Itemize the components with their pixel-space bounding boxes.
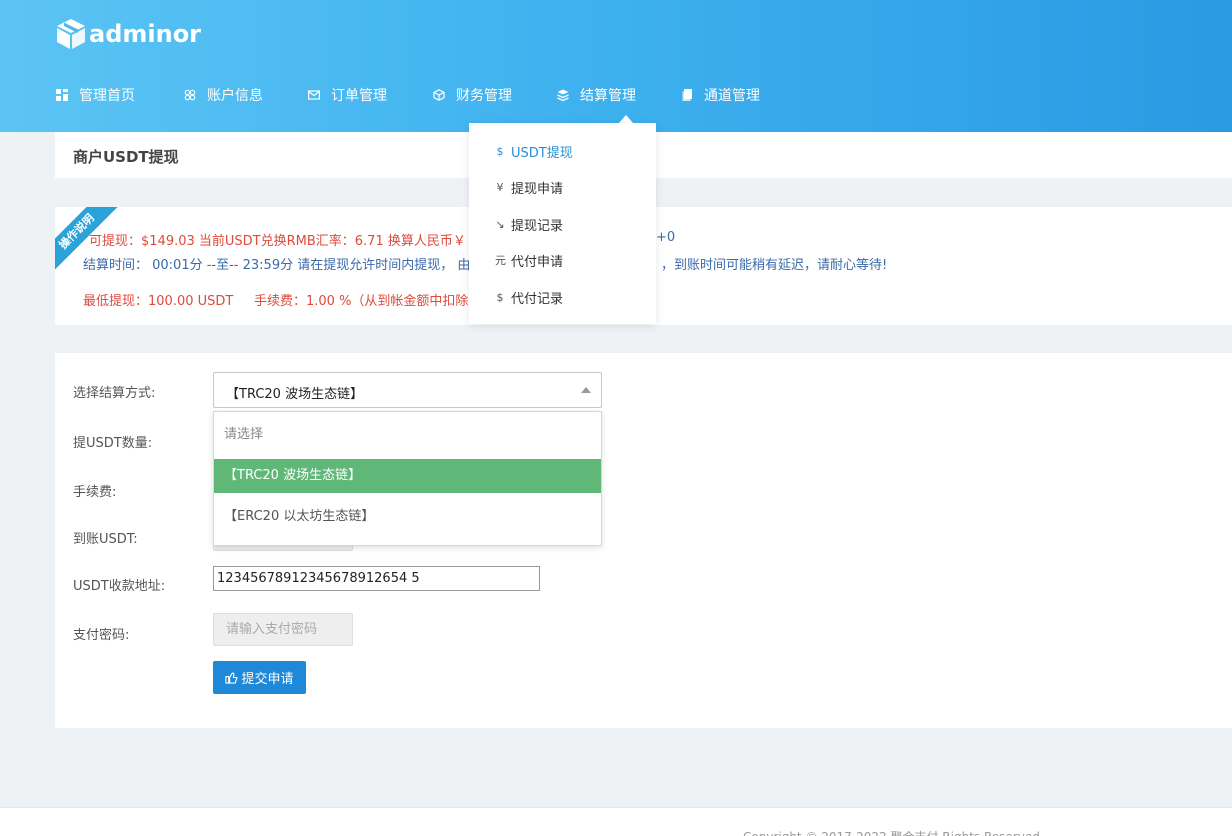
submenu-withdraw-records[interactable]: ↘ 提现记录 [469,206,656,242]
nav-item-settlement[interactable]: 结算管理 [556,80,680,110]
notice-balance-line: 可提现：$149.03 当前USDT兑换RMB汇率：6.71 换算人民币￥ [89,234,466,249]
nav-item-label: 账户信息 [207,88,263,104]
method-option-erc20[interactable]: 【ERC20 以太坊生态链】 [214,500,601,534]
notice-min-withdraw: 最低提现：100.00 USDT [83,294,234,309]
logo[interactable]: adminor [55,16,201,52]
submenu-label: 代付记录 [511,291,564,307]
footer: Copyright © 2017-2022 聚合支付 Rights Reserv… [0,807,1232,836]
nav-item-label: 通道管理 [704,88,760,104]
submenu-withdraw-apply[interactable]: ¥ 提现申请 [469,169,656,205]
notice-balance-tail: +0 [656,230,676,245]
nav-item-label: 订单管理 [331,88,387,104]
submenu-label: 代付申请 [511,254,564,270]
logo-text: adminor [89,20,202,48]
envelope-icon [307,88,321,102]
main-nav: 管理首页 账户信息 订单管理 财务管理 结算管理 通道管理 [55,80,790,110]
nav-item-orders[interactable]: 订单管理 [307,80,432,110]
yen-icon: ¥ [496,180,504,194]
submenu-payout-records[interactable]: $ 代付记录 [469,279,656,315]
method-label: 选择结算方式: [73,386,156,401]
submenu-label: 提现申请 [511,181,564,197]
notice-time-tail: ，到账时间可能稍有延迟，请耐心等待! [661,258,888,273]
nav-item-label: 结算管理 [580,88,636,104]
nav-item-label: 管理首页 [79,88,135,104]
address-input[interactable]: 12345678912345678912654 5 [213,566,540,591]
submenu-payout-apply[interactable]: 元 代付申请 [469,242,656,278]
nav-item-label: 财务管理 [456,88,512,104]
copyright-text: Copyright © 2017-2022 聚合支付 Rights Reserv… [743,828,1040,836]
address-label: USDT收款地址: [73,579,166,594]
nav-item-finance[interactable]: 财务管理 [432,80,556,110]
top-header: adminor 管理首页 账户信息 订单管理 财务管理 结算管理 通道管理 [0,0,1232,132]
submenu-usdt-withdraw[interactable]: $ USDT提现 [469,133,656,169]
yuan-icon: 元 [495,254,506,267]
method-option-trc20[interactable]: 【TRC20 波场生态链】 [214,459,601,493]
password-label: 支付密码: [73,628,130,643]
method-select[interactable]: 【TRC20 波场生态链】 [213,372,602,408]
amount-label: 提USDT数量: [73,436,153,451]
nav-item-channel[interactable]: 通道管理 [680,80,790,110]
notice-fee: 手续费：1.00 %（从到帐金额中扣除 [254,294,469,309]
dollar-icon: $ [496,290,504,304]
dollar-icon: $ [496,144,504,158]
password-input[interactable]: 请输入支付密码 [213,613,353,646]
method-select-value: 【TRC20 波场生态链】 [226,387,364,402]
dashboard-icon [55,88,69,102]
nav-item-account[interactable]: 账户信息 [183,80,307,110]
settlement-submenu: $ USDT提现 ¥ 提现申请 ↘ 提现记录 元 代付申请 $ 代付记录 [469,123,656,324]
submenu-label: USDT提现 [511,145,573,161]
submit-button[interactable]: 提交申请 [213,661,306,694]
fee-label: 手续费: [73,485,117,500]
caret-up-icon [581,387,591,393]
submenu-label: 提现记录 [511,218,564,234]
method-options-list: 请选择 【TRC20 波场生态链】 【ERC20 以太坊生态链】 [213,411,602,546]
cube-icon [432,88,446,102]
thumbs-up-icon [225,672,239,684]
page-title: 商户USDT提现 [73,148,179,166]
nav-item-home[interactable]: 管理首页 [55,80,183,110]
notice-time-line: 结算时间： 00:01分 --至-- 23:59分 请在提现允许时间内提现， 由… [83,258,484,273]
file-icon [680,88,694,102]
submit-button-label: 提交申请 [241,672,294,687]
method-option-placeholder[interactable]: 请选择 [214,418,601,452]
user-card-icon [183,88,197,102]
no-dollar-icon: ↘ [495,217,505,231]
arrival-label: 到账USDT: [73,532,138,547]
logo-box-icon [57,19,85,49]
layers-icon [556,88,570,102]
